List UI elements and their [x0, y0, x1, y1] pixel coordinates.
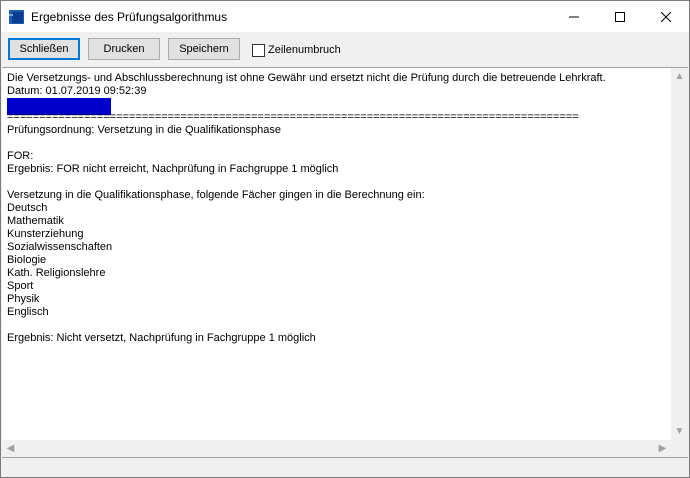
result-line: Kunsterziehung	[7, 228, 84, 240]
scroll-right-icon[interactable]: ▶	[654, 440, 671, 457]
line-wrap-checkbox[interactable]	[252, 44, 265, 57]
result-line	[7, 176, 673, 189]
scroll-up-icon[interactable]: ▲	[671, 68, 688, 85]
scroll-left-icon[interactable]: ◀	[2, 440, 19, 457]
result-line: Ergebnis: Nicht versetzt, Nachprüfung in…	[7, 332, 316, 344]
scroll-corner	[671, 440, 688, 457]
close-icon	[661, 11, 671, 22]
toolbar: Schließen Drucken Speichern Zeilenumbruc…	[1, 32, 689, 66]
status-bar	[1, 459, 689, 477]
result-line: Die Versetzungs- und Abschlussberechnung…	[7, 72, 606, 84]
result-line: Sozialwissenschaften	[7, 241, 113, 253]
print-button[interactable]: Drucken	[88, 38, 160, 60]
minimize-button[interactable]	[551, 1, 597, 32]
result-line: Versetzung in die Qualifikationsphase, f…	[7, 189, 425, 201]
result-line: Mathematik	[7, 215, 64, 227]
horizontal-scrollbar[interactable]: ◀ ▶	[2, 440, 671, 457]
result-line: Englisch	[7, 306, 49, 318]
window-title: Ergebnisse des Prüfungsalgorithmus	[31, 10, 228, 24]
result-line: ========================================…	[7, 111, 579, 123]
result-text: Die Versetzungs- und Abschlussberechnung…	[7, 72, 673, 345]
result-line: Sport	[7, 280, 34, 292]
result-line: Biologie	[7, 254, 47, 266]
vertical-scrollbar[interactable]: ▲ ▼	[671, 68, 688, 440]
maximize-icon	[615, 11, 625, 22]
result-textarea[interactable]: Die Versetzungs- und Abschlussberechnung…	[2, 67, 688, 458]
save-button[interactable]: Speichern	[168, 38, 240, 60]
close-window-button[interactable]	[643, 1, 689, 32]
result-line: FOR:	[7, 150, 34, 162]
result-line: Ergebnis: FOR nicht erreicht, Nachprüfun…	[7, 163, 339, 175]
line-wrap-label[interactable]: Zeilenumbruch	[268, 44, 341, 56]
result-window: Ergebnisse des Prüfungsalgorithmus Schli…	[0, 0, 690, 478]
minimize-icon	[569, 16, 579, 17]
result-line: Datum: 01.07.2019 09:52:39	[7, 85, 147, 97]
result-line	[7, 98, 673, 115]
result-line: Physik	[7, 293, 40, 305]
title-bar[interactable]: Ergebnisse des Prüfungsalgorithmus	[1, 1, 689, 32]
result-line	[7, 137, 673, 150]
result-line: Prüfungsordnung: Versetzung in die Quali…	[7, 124, 281, 136]
result-line: Kath. Religionslehre	[7, 267, 106, 279]
scroll-down-icon[interactable]: ▼	[671, 423, 688, 440]
result-line	[7, 319, 673, 332]
result-line: Deutsch	[7, 202, 48, 214]
app-icon	[9, 10, 24, 24]
maximize-button[interactable]	[597, 1, 643, 32]
close-button[interactable]: Schließen	[8, 38, 80, 60]
